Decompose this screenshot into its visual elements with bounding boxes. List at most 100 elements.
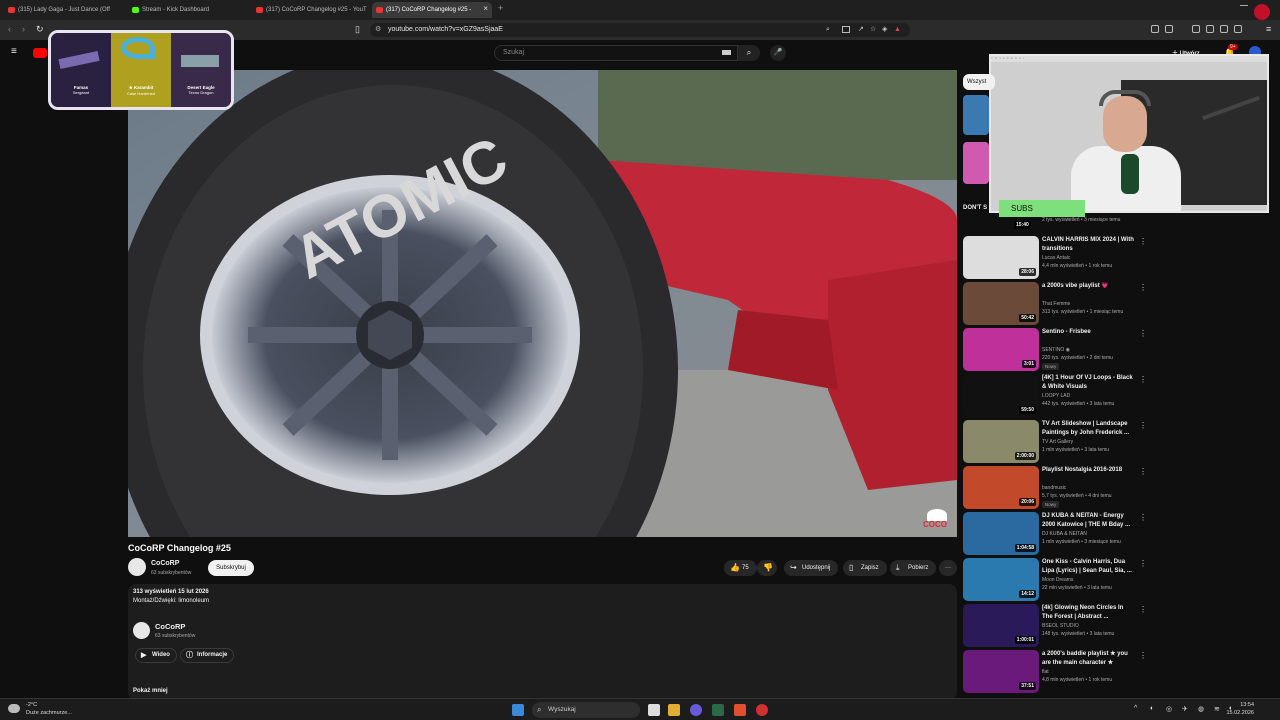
- recommended-channel[interactable]: Lucas Antaic: [1042, 255, 1070, 261]
- new-tab-button[interactable]: +: [498, 3, 503, 13]
- recommended-video[interactable]: 3:01 Sentino - Frisbee SENTINO ◉ 220 tys. w…: [963, 328, 1263, 372]
- recommended-video[interactable]: 2:00:00 TV Art Slideshow | Landscape Pain…: [963, 420, 1263, 464]
- show-less-button[interactable]: Pokaż mniej: [133, 688, 168, 694]
- download-button[interactable]: ⤓ Pobierz: [890, 560, 937, 576]
- rewards-icon[interactable]: ▲: [894, 23, 901, 37]
- video-thumbnail[interactable]: 59:50: [963, 374, 1039, 417]
- taskbar-search[interactable]: ⌕ Wyszukaj: [532, 702, 640, 718]
- video-player[interactable]: ATOMIC COCO: [128, 70, 957, 537]
- recommended-title[interactable]: One Kiss - Calvin Harris, Dua Lipa (Lyri…: [1042, 558, 1134, 575]
- wallet-icon[interactable]: [1165, 25, 1173, 33]
- more-options-icon[interactable]: ⋮: [1139, 559, 1147, 568]
- sidebar-icon[interactable]: [1206, 25, 1214, 33]
- recommended-video[interactable]: 37:51 a 2000's baddie playlist ★ you are …: [963, 650, 1263, 694]
- recommended-channel[interactable]: DJ KUBA & NEITAN: [1042, 531, 1087, 537]
- address-bar[interactable]: ⚙ youtube.com/watch?v=xGZ9asSjaaE ⌕ ↗ ☆ …: [370, 23, 910, 37]
- partial-thumbnail[interactable]: [963, 95, 989, 135]
- weather-widget[interactable]: -2°C Duże zachmurze...: [26, 701, 72, 717]
- recommended-title[interactable]: a 2000's baddie playlist ★ you are the m…: [1042, 650, 1134, 667]
- weather-icon[interactable]: [8, 704, 20, 713]
- video-thumbnail[interactable]: 37:51: [963, 650, 1039, 693]
- browser-tab-2[interactable]: Stream - Kick Dashboard: [128, 2, 250, 18]
- video-thumbnail[interactable]: 50:42: [963, 282, 1039, 325]
- recommended-video[interactable]: 1:04:58 DJ KUBA & NEITAN - Energy 2000 Ka…: [963, 512, 1263, 556]
- system-clock[interactable]: 13:54 15.02.2026: [1226, 701, 1254, 717]
- recommended-video[interactable]: 20:06 Playlist Nostalgia 2016-2018 bandmus…: [963, 466, 1263, 510]
- share-icon[interactable]: ↗: [858, 23, 864, 37]
- tray-app-icon[interactable]: ✈: [1182, 705, 1188, 713]
- description-channel-avatar[interactable]: [133, 622, 150, 639]
- more-options-icon[interactable]: ⋮: [1139, 605, 1147, 614]
- recommended-video[interactable]: 50:42 a 2000s vibe playlist 💗 That Femme 31…: [963, 282, 1263, 326]
- recommended-channel[interactable]: LOOPY LAD: [1042, 393, 1070, 399]
- video-thumbnail[interactable]: 20:06: [963, 466, 1039, 509]
- recommended-channel[interactable]: BSEOL STUDIO: [1042, 623, 1079, 629]
- forward-icon[interactable]: ›: [22, 24, 25, 34]
- more-options-icon[interactable]: ⋮: [1139, 375, 1147, 384]
- more-options-icon[interactable]: ⋮: [1139, 283, 1147, 292]
- close-tab-icon[interactable]: ×: [483, 4, 488, 13]
- back-icon[interactable]: ‹: [8, 24, 11, 34]
- more-options-icon[interactable]: ⋮: [1139, 421, 1147, 430]
- brave-icon[interactable]: [734, 704, 746, 716]
- more-options-icon[interactable]: ⋮: [1139, 651, 1147, 660]
- recommended-title[interactable]: CALVIN HARRIS MIX 2024 | With transition…: [1042, 236, 1134, 253]
- recommended-channel[interactable]: SENTINO ◉: [1042, 347, 1070, 353]
- obs-icon[interactable]: [756, 704, 768, 716]
- description-channel-name[interactable]: CoCoRP: [155, 622, 185, 631]
- video-thumbnail[interactable]: 28:06: [963, 236, 1039, 279]
- menu-icon[interactable]: ≡: [1266, 24, 1271, 34]
- profile-icon[interactable]: [1254, 4, 1270, 20]
- wifi-icon[interactable]: ≋: [1214, 705, 1220, 713]
- description-box[interactable]: [128, 584, 957, 700]
- recommended-title[interactable]: Sentino - Frisbee: [1042, 328, 1134, 337]
- filter-chip-all[interactable]: Wszyst: [963, 74, 995, 90]
- info-button[interactable]: ⓘ Informacje: [180, 648, 235, 663]
- browser-tab-1[interactable]: (315) Lady Gaga - Just Dance (Off: [4, 2, 126, 18]
- channel-name[interactable]: CoCoRP: [151, 560, 179, 567]
- browser-tab-active[interactable]: (317) CoCoRP Changelog #25 - ×: [372, 2, 492, 18]
- recommended-title[interactable]: [4k] Glowing Neon Circles In The Forest …: [1042, 604, 1134, 621]
- recommended-channel[interactable]: Moon Dreams: [1042, 577, 1073, 583]
- start-icon[interactable]: [512, 704, 524, 716]
- tray-app-icon[interactable]: ◎: [1166, 705, 1172, 713]
- recommended-channel[interactable]: flat: [1042, 669, 1049, 675]
- youtube-logo-icon[interactable]: [33, 48, 47, 58]
- file-explorer-icon[interactable]: [668, 704, 680, 716]
- more-options-icon[interactable]: ⋮: [1139, 237, 1147, 246]
- subscribe-button[interactable]: Subskrybuj: [208, 560, 254, 576]
- bookmark-icon[interactable]: ▯: [355, 24, 360, 35]
- tray-app-icon[interactable]: ◐: [1150, 705, 1154, 712]
- dislike-button[interactable]: 👎: [757, 560, 777, 576]
- save-button[interactable]: ▯ Zapisz: [843, 560, 887, 576]
- recommended-title[interactable]: a 2000s vibe playlist 💗: [1042, 282, 1134, 291]
- recommended-title[interactable]: TV Art Slideshow | Landscape Paintings b…: [1042, 420, 1134, 437]
- site-info-icon[interactable]: ⚙: [375, 23, 381, 37]
- hamburger-menu-icon[interactable]: ≡: [11, 46, 17, 57]
- recommended-video[interactable]: 28:06 CALVIN HARRIS MIX 2024 | With trans…: [963, 236, 1263, 280]
- video-thumbnail[interactable]: 2:00:00: [963, 420, 1039, 463]
- recommended-channel[interactable]: bandmusic: [1042, 485, 1066, 491]
- search-input[interactable]: Szukaj: [494, 45, 738, 61]
- task-view-icon[interactable]: [648, 704, 660, 716]
- keyboard-icon[interactable]: [722, 50, 731, 55]
- recommended-channel[interactable]: TV Art Gallery: [1042, 439, 1073, 445]
- video-thumbnail[interactable]: 1:00:01: [963, 604, 1039, 647]
- tray-chevron-icon[interactable]: ^: [1134, 705, 1137, 712]
- recommended-title[interactable]: DJ KUBA & NEITAN - Energy 2000 Katowice …: [1042, 512, 1134, 529]
- channel-avatar[interactable]: [128, 558, 146, 576]
- tabs-icon[interactable]: [1220, 25, 1228, 33]
- more-actions-button[interactable]: ···: [939, 560, 957, 576]
- video-thumbnail[interactable]: 14:12: [963, 558, 1039, 601]
- reload-icon[interactable]: ↻: [36, 24, 44, 35]
- search-button[interactable]: ⌕: [738, 45, 760, 61]
- more-options-icon[interactable]: ⋮: [1139, 513, 1147, 522]
- extension-icon[interactable]: [1151, 25, 1159, 33]
- recommended-video[interactable]: 59:50 [4K] 1 Hour Of VJ Loops - Black & W…: [963, 374, 1263, 418]
- tray-app-icon[interactable]: ◍: [1198, 705, 1204, 713]
- xbox-icon[interactable]: [712, 704, 724, 716]
- recommended-video[interactable]: 14:12 One Kiss - Calvin Harris, Dua Lipa …: [963, 558, 1263, 602]
- browser-tab-3[interactable]: (317) CoCoRP Changelog #25 - YouT: [252, 2, 370, 18]
- cast-icon[interactable]: [842, 26, 850, 33]
- share-button[interactable]: ↪ Udostępnij: [784, 560, 839, 576]
